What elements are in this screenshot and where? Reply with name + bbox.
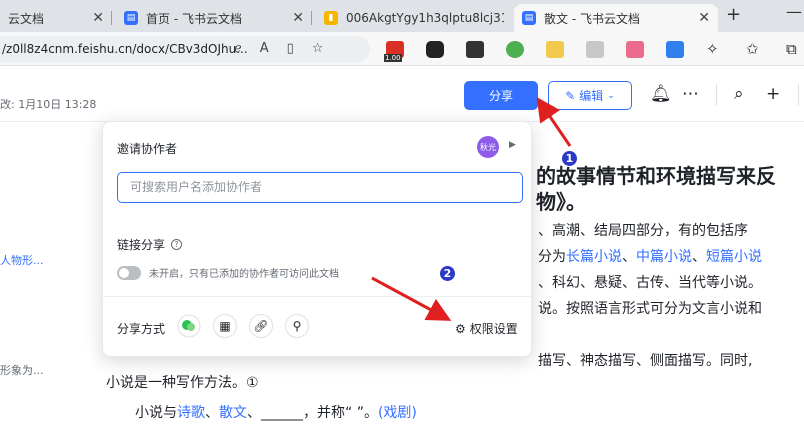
annotation-arrow xyxy=(371,276,452,321)
annotation-arrows xyxy=(371,97,572,321)
annotation-badge: 2 xyxy=(439,265,456,282)
annotation-badge: 1 xyxy=(561,150,578,167)
annotation-arrow xyxy=(536,97,572,147)
